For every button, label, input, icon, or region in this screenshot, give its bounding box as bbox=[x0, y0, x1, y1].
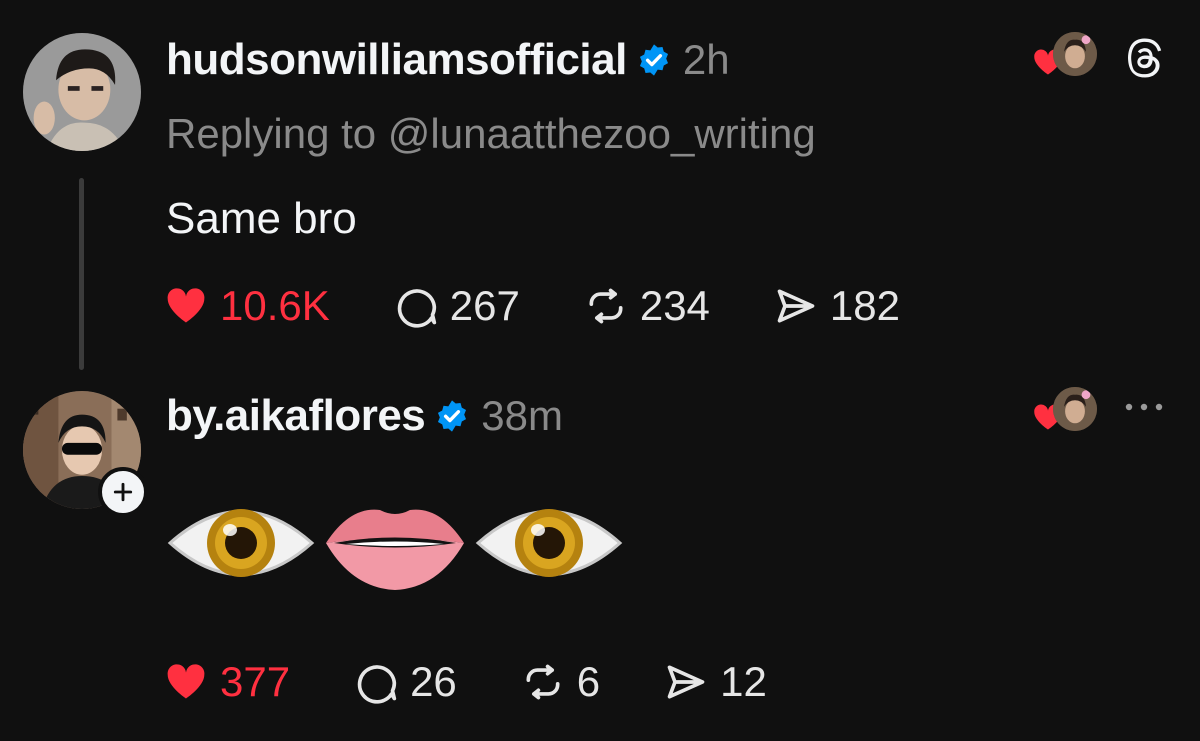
post-time: 38m bbox=[481, 392, 563, 439]
liked-by-author-indicator[interactable] bbox=[1033, 387, 1097, 439]
post-header: by.aikaflores 38m bbox=[166, 388, 563, 444]
send-icon bbox=[777, 289, 815, 323]
share-count: 12 bbox=[720, 658, 767, 705]
replying-to-label[interactable]: Replying to @lunaatthezoo_writing bbox=[166, 110, 816, 158]
share-button[interactable]: 12 bbox=[664, 658, 767, 706]
post-time: 2h bbox=[682, 36, 730, 83]
follow-plus-button[interactable] bbox=[98, 467, 148, 517]
send-icon bbox=[667, 665, 705, 699]
reply-button[interactable]: 26 bbox=[354, 658, 457, 706]
like-button[interactable]: 10.6K bbox=[164, 282, 330, 330]
verified-badge-icon bbox=[639, 44, 668, 76]
post-header: hudsonwilliamsofficial 2h bbox=[166, 32, 730, 88]
reply-count: 267 bbox=[449, 282, 520, 329]
repost-count: 234 bbox=[639, 282, 710, 329]
eye-emoji bbox=[167, 509, 315, 577]
like-button[interactable]: 377 bbox=[164, 658, 290, 706]
avatar-hudsonwilliamsofficial[interactable] bbox=[23, 33, 141, 151]
comment-bubble-icon bbox=[397, 289, 436, 328]
heart-icon bbox=[167, 288, 205, 323]
liked-by-author-indicator[interactable] bbox=[1033, 32, 1097, 84]
reply-button[interactable]: 267 bbox=[394, 282, 520, 330]
repost-icon bbox=[589, 288, 623, 324]
liker-avatar bbox=[1053, 387, 1097, 431]
repost-button[interactable]: 6 bbox=[521, 658, 600, 706]
comment-bubble-icon bbox=[357, 665, 397, 704]
username[interactable]: hudsonwilliamsofficial bbox=[166, 35, 627, 85]
like-count: 10.6K bbox=[220, 282, 330, 329]
repost-button[interactable]: 234 bbox=[584, 282, 710, 330]
post-emoji-content bbox=[166, 488, 624, 598]
more-options-icon[interactable] bbox=[1124, 402, 1164, 412]
eye-emoji bbox=[475, 509, 623, 577]
share-button[interactable]: 182 bbox=[774, 282, 900, 330]
thread-connector-line bbox=[79, 178, 84, 370]
username[interactable]: by.aikaflores bbox=[166, 391, 426, 441]
reply-count: 26 bbox=[410, 658, 457, 705]
share-count: 182 bbox=[829, 282, 900, 329]
avatar-image bbox=[23, 33, 141, 151]
like-count: 377 bbox=[220, 658, 291, 705]
post-text: Same bro bbox=[166, 194, 357, 243]
repost-icon bbox=[526, 664, 560, 700]
post-actions: 377 26 6 12 bbox=[164, 658, 767, 706]
threads-logo-icon[interactable] bbox=[1124, 38, 1164, 78]
heart-icon bbox=[167, 664, 205, 699]
repost-count: 6 bbox=[576, 658, 601, 705]
plus-icon bbox=[113, 482, 133, 502]
lips-emoji bbox=[326, 509, 464, 590]
post-actions: 10.6K 267 234 182 bbox=[164, 282, 900, 330]
liker-avatar bbox=[1053, 32, 1097, 76]
verified-badge-icon bbox=[438, 400, 467, 432]
